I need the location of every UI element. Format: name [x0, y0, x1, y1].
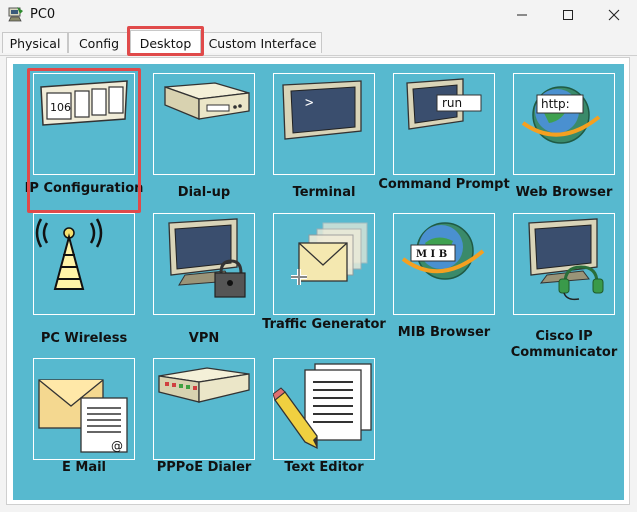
mib-browser-icon: M I B	[401, 222, 485, 280]
app-label: IP Configuration	[24, 181, 144, 196]
app-label: Traffic Generator	[262, 317, 386, 332]
ip-config-icon: 106	[40, 80, 128, 126]
minimize-button[interactable]	[499, 0, 545, 30]
tab-bar: Physical Config Desktop Custom Interface	[0, 30, 637, 56]
tab-config[interactable]: Config	[68, 32, 130, 53]
pppoe-dialer-icon	[158, 367, 250, 403]
terminal-prompt-text: >	[305, 95, 313, 111]
ip-communicator-icon	[528, 218, 604, 301]
app-label: MIB Browser	[397, 325, 491, 340]
tab-custom-interface[interactable]: Custom Interface	[203, 32, 322, 53]
mib-text: M I B	[416, 249, 447, 260]
wireless-tower-icon	[35, 218, 103, 290]
app-label: Text Editor	[284, 460, 364, 475]
email-icon: @	[38, 379, 128, 453]
maximize-button[interactable]	[545, 0, 591, 30]
http-text: http:	[541, 97, 570, 111]
vpn-lock-icon	[168, 218, 246, 298]
packet-tracer-pc-icon	[8, 7, 23, 22]
app-label: VPN	[188, 331, 220, 346]
tab-desktop[interactable]: Desktop	[130, 30, 201, 56]
app-label: PPPoE Dialer	[156, 460, 252, 475]
terminal-icon: >	[282, 80, 362, 140]
maximize-icon	[563, 10, 573, 20]
run-text: run	[442, 96, 462, 110]
app-label: E Mail	[61, 460, 107, 475]
close-button[interactable]	[591, 0, 637, 30]
window-title: PC0	[30, 7, 56, 22]
title-bar: PC0	[0, 0, 637, 30]
app-label: Terminal	[292, 185, 356, 200]
app-label: Cisco IP Communicator	[510, 329, 618, 360]
tab-physical[interactable]: Physical	[2, 32, 68, 53]
minimize-icon	[517, 14, 527, 16]
text-editor-icon	[273, 363, 372, 450]
modem-icon	[164, 82, 250, 120]
app-label: Command Prompt	[378, 177, 510, 192]
traffic-generator-icon	[291, 222, 368, 285]
app-label: PC Wireless	[40, 331, 128, 346]
at-sign-text: @	[111, 439, 123, 453]
web-browser-icon: http:	[521, 86, 601, 144]
ip-config-icon-text: 106	[50, 101, 71, 114]
command-prompt-icon: run	[406, 78, 482, 130]
app-label: Dial-up	[177, 185, 231, 200]
app-label: Web Browser	[515, 185, 613, 200]
close-icon	[608, 9, 620, 21]
